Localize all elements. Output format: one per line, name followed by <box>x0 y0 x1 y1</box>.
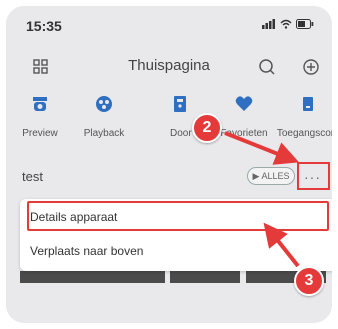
arrow-to-more <box>224 131 300 165</box>
annotation-badge-3: 3 <box>294 266 324 296</box>
arrow-to-details <box>263 222 300 268</box>
annotation-arrows <box>224 131 300 268</box>
annotation-badge-2: 2 <box>192 113 222 143</box>
